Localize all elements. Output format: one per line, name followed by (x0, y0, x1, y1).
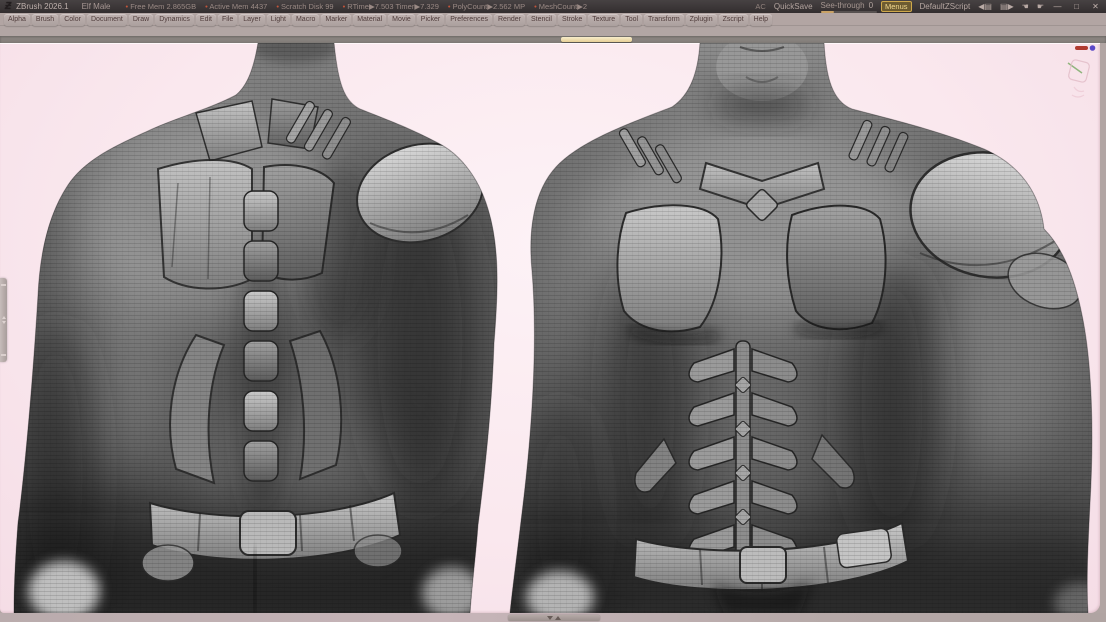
zbrush-logo-icon: Ƶ (5, 0, 11, 13)
scroll-down-icon (2, 321, 6, 324)
default-zscript-button[interactable]: DefaultZScript (920, 2, 971, 11)
sculpt-viewport[interactable] (0, 43, 1100, 613)
horizontal-scrollbar-top-thumb[interactable] (561, 37, 632, 42)
right-tray-toggle-icon[interactable]: ▤▶ (1000, 0, 1014, 13)
scroll-up-icon (2, 316, 6, 319)
see-through-label: See-through (821, 1, 865, 10)
see-through-slider[interactable]: See-through 0 (821, 1, 873, 13)
menus-toggle-button[interactable]: Menus (881, 1, 912, 12)
close-button[interactable]: ✕ (1090, 0, 1101, 13)
scroll-right-hand-icon[interactable]: ☛ (1037, 0, 1044, 13)
horizontal-scrollbar-bottom-thumb[interactable] (508, 615, 600, 621)
scroll-down-icon (547, 616, 553, 620)
menu-preferences[interactable]: Preferences (446, 14, 492, 26)
menu-help[interactable]: Help (750, 14, 772, 26)
toolbar-spacer (0, 26, 1106, 36)
stat-meshcount: MeshCount▶2 (534, 2, 587, 11)
menu-draw[interactable]: Draw (129, 14, 153, 26)
menu-transform[interactable]: Transform (644, 14, 684, 26)
scroll-left-hand-icon[interactable]: ☚ (1022, 0, 1029, 13)
document-canvas[interactable] (0, 43, 1100, 613)
stat-rtime-timer: RTime▶7.503 Timer▶7.329 (343, 2, 439, 11)
stat-free-mem: Free Mem 2.865GB (126, 2, 197, 11)
menu-stroke[interactable]: Stroke (558, 14, 586, 26)
ac-label[interactable]: AC (755, 2, 765, 11)
menu-layer[interactable]: Layer (239, 14, 265, 26)
see-through-thumb[interactable] (821, 11, 834, 13)
scroll-up-icon (555, 616, 561, 620)
menu-texture[interactable]: Texture (588, 14, 619, 26)
menu-render[interactable]: Render (494, 14, 525, 26)
menu-document[interactable]: Document (87, 14, 127, 26)
quicksave-button[interactable]: QuickSave (774, 2, 813, 11)
left-tray-toggle-icon[interactable]: ◀▤ (978, 0, 992, 13)
menu-picker[interactable]: Picker (417, 14, 444, 26)
menu-file[interactable]: File (218, 14, 237, 26)
menu-movie[interactable]: Movie (388, 14, 415, 26)
menu-edit[interactable]: Edit (196, 14, 216, 26)
canvas-nav-gizmo-icon[interactable] (1062, 45, 1096, 107)
see-through-value: 0 (869, 1, 873, 10)
menu-bar: Alpha Brush Color Document Draw Dynamics… (0, 13, 1106, 26)
stat-polycount: PolyCount▶2.562 MP (448, 2, 525, 11)
front-view-figure (500, 43, 1100, 613)
bottom-frame (0, 613, 1106, 622)
menu-alpha[interactable]: Alpha (4, 14, 30, 26)
menu-macro[interactable]: Macro (292, 14, 319, 26)
stat-active-mem: Active Mem 4437 (205, 2, 267, 11)
menu-marker[interactable]: Marker (321, 14, 351, 26)
menu-stencil[interactable]: Stencil (527, 14, 556, 26)
document-title: Elf Male (82, 2, 111, 11)
status-stats: Free Mem 2.865GB Active Mem 4437 Scratch… (126, 2, 588, 11)
menu-dynamics[interactable]: Dynamics (155, 14, 194, 26)
see-through-track[interactable] (821, 11, 877, 13)
menu-material[interactable]: Material (353, 14, 386, 26)
vertical-scrollbar-left-thumb[interactable] (0, 278, 7, 362)
menu-brush[interactable]: Brush (32, 14, 58, 26)
minimize-button[interactable]: — (1052, 0, 1063, 13)
stat-scratch-disk: Scratch Disk 99 (276, 2, 333, 11)
menu-color[interactable]: Color (60, 14, 85, 26)
title-bar: Ƶ ZBrush 2026.1 Elf Male Free Mem 2.865G… (0, 0, 1106, 13)
menu-light[interactable]: Light (267, 14, 290, 26)
restore-button[interactable]: □ (1071, 0, 1082, 13)
menu-tool[interactable]: Tool (621, 14, 642, 26)
menu-zscript[interactable]: Zscript (719, 14, 748, 26)
app-title: ZBrush 2026.1 (16, 2, 68, 11)
menu-zplugin[interactable]: Zplugin (686, 14, 717, 26)
horizontal-scrollbar-top[interactable] (0, 36, 1106, 43)
back-view-figure (0, 43, 520, 613)
